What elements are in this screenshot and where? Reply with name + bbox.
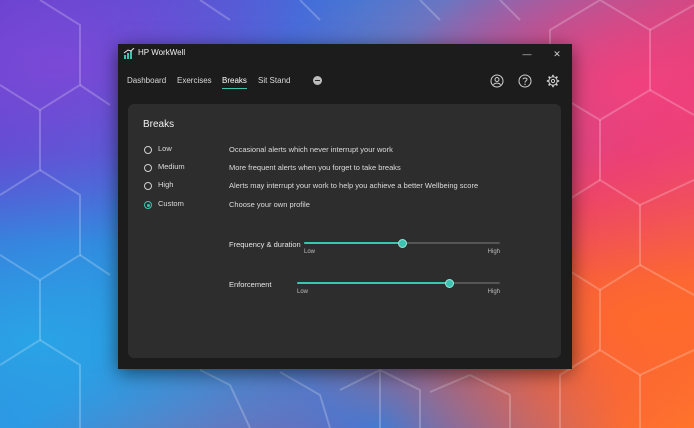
app-window: HP WorkWell — ✕ Dashboard Exercises Brea… <box>118 44 572 369</box>
slider-high-label: High <box>487 289 500 295</box>
slider-thumb[interactable] <box>398 239 407 248</box>
tab-sit-stand[interactable]: Sit Stand <box>258 76 290 85</box>
option-high[interactable]: High <box>144 180 214 194</box>
help-icon[interactable] <box>518 74 532 88</box>
title-bar[interactable]: HP WorkWell — ✕ <box>118 44 572 64</box>
option-description-low: Occasional alerts which never interrupt … <box>229 145 393 154</box>
radio-medium[interactable] <box>144 164 152 172</box>
option-description-custom: Choose your own profile <box>229 200 310 209</box>
option-description-medium: More frequent alerts when you forget to … <box>229 163 401 172</box>
slider-fill <box>304 242 402 244</box>
account-icon[interactable] <box>490 74 504 88</box>
slider-low-label: Low <box>297 289 309 295</box>
slider-fill <box>297 282 450 284</box>
slider-low-label: Low <box>304 249 316 255</box>
main-nav: Dashboard Exercises Breaks Sit Stand <box>118 72 572 92</box>
workwell-logo-icon <box>123 48 135 59</box>
minus-circle-icon[interactable] <box>313 76 322 85</box>
option-label: Low <box>158 144 172 153</box>
close-button[interactable]: ✕ <box>544 45 570 63</box>
window-title: HP WorkWell <box>138 48 186 57</box>
settings-icon[interactable] <box>546 74 560 88</box>
option-description-high: Alerts may interrupt your work to help y… <box>229 181 479 190</box>
enforcement-slider[interactable]: Low High <box>297 278 500 302</box>
slider-high-label: High <box>487 249 500 255</box>
frequency-duration-slider[interactable]: Low High <box>304 238 500 262</box>
option-medium[interactable]: Medium <box>144 162 214 176</box>
option-label: High <box>158 180 174 189</box>
option-label: Custom <box>158 199 184 208</box>
breaks-panel: Breaks Low Medium High Custom Occasional… <box>128 104 561 358</box>
radio-high[interactable] <box>144 182 152 190</box>
option-low[interactable]: Low <box>144 144 214 158</box>
radio-custom[interactable] <box>144 201 152 209</box>
option-custom[interactable]: Custom <box>144 199 214 213</box>
tab-dashboard[interactable]: Dashboard <box>127 76 166 85</box>
minimize-button[interactable]: — <box>514 45 540 63</box>
tab-exercises[interactable]: Exercises <box>177 76 212 85</box>
option-label: Medium <box>158 162 185 171</box>
tab-breaks[interactable]: Breaks <box>222 76 247 89</box>
panel-title: Breaks <box>143 119 175 130</box>
slider-thumb[interactable] <box>445 279 455 288</box>
enforcement-label: Enforcement <box>229 280 272 289</box>
radio-low[interactable] <box>144 146 152 154</box>
frequency-duration-label: Frequency & duration <box>229 240 301 249</box>
